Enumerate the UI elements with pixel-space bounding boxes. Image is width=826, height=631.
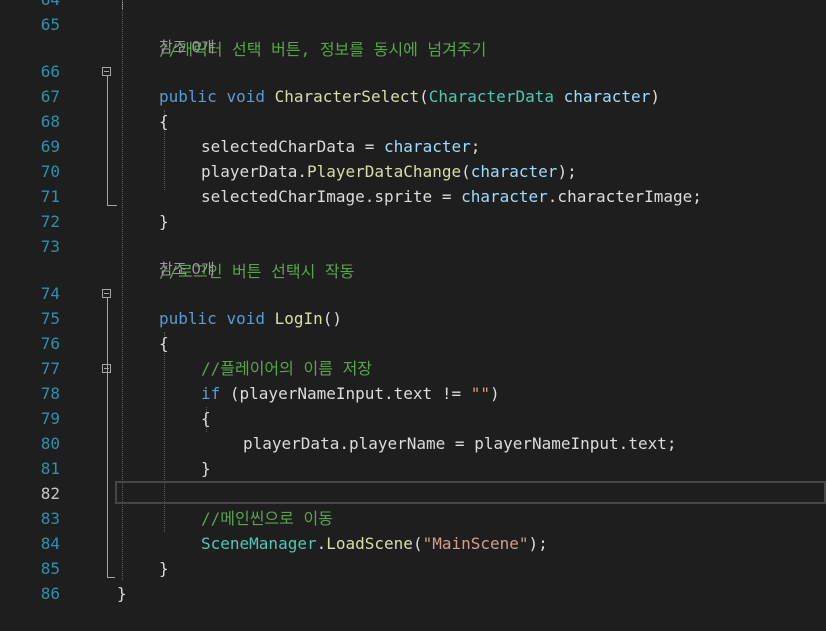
code-line: playerData.PlayerDataChange(character); [100, 134, 826, 181]
line-number: 75 [40, 309, 60, 328]
line-number: 71 [40, 187, 60, 206]
code-line: { [100, 306, 826, 353]
code-line-current: //메인씬으로 이동 [100, 481, 826, 528]
code-line: } [100, 531, 826, 578]
brace: } [159, 212, 169, 231]
brace: } [117, 584, 127, 603]
line-number: 79 [40, 409, 60, 428]
code-area[interactable]: //캐릭터 선택 버튼, 정보를 동시에 넘겨주기 참조 0개 public v… [100, 0, 826, 614]
code-line: public void CharacterSelect(CharacterDat… [100, 59, 826, 106]
code-line: { [100, 84, 826, 131]
line-number-gutter: 64 65 66 67 68 69 70 71 72 73 74 75 76 7… [0, 0, 100, 614]
line-number: 66 [40, 62, 60, 81]
line-number: 64 [0, 0, 60, 12]
code-line: if (playerNameInput.text != "") [100, 356, 826, 403]
code-line: selectedCharImage.sprite = character.cha… [100, 159, 826, 206]
code-line: selectedCharData = character; [100, 109, 826, 156]
codelens-reference[interactable]: 참조 0개 [159, 258, 215, 280]
brace: } [201, 459, 211, 478]
line-number: 86 [40, 584, 60, 603]
line-number: 74 [40, 284, 60, 303]
code-editor[interactable]: 64 65 66 67 68 69 70 71 72 73 74 75 76 7… [0, 0, 826, 614]
line-number: 84 [40, 534, 60, 553]
code-line: SceneManager.LoadScene("MainScene"); [100, 506, 826, 553]
line-number: 73 [40, 237, 60, 256]
line-number: 83 [40, 509, 60, 528]
code-line: } [100, 556, 826, 603]
line-number: 80 [40, 434, 60, 453]
code-line: //캐릭터 선택 버튼, 정보를 동시에 넘겨주기 [100, 12, 826, 59]
line-number: 81 [40, 459, 60, 478]
line-number: 65 [40, 15, 60, 34]
line-number: 68 [40, 112, 60, 131]
code-line: playerData.playerName = playerNameInput.… [100, 406, 826, 453]
line-number: 72 [40, 212, 60, 231]
code-line: public void LogIn() [100, 281, 826, 328]
line-number: 67 [40, 87, 60, 106]
line-number: 85 [40, 559, 60, 578]
line-number: 78 [40, 384, 60, 403]
line-number: 69 [40, 137, 60, 156]
code-line: { [100, 381, 826, 428]
code-line: } [100, 431, 826, 478]
line-number-current: 82 [40, 484, 60, 503]
code-line: //플레이어의 이름 저장 [100, 331, 826, 378]
code-line: } [100, 184, 826, 231]
code-line: //로그인 버튼 선택시 작동 [100, 234, 826, 281]
line-number: 76 [40, 334, 60, 353]
codelens-reference[interactable]: 참조 0개 [159, 36, 215, 58]
line-number: 70 [40, 162, 60, 181]
line-number: 77 [40, 359, 60, 378]
